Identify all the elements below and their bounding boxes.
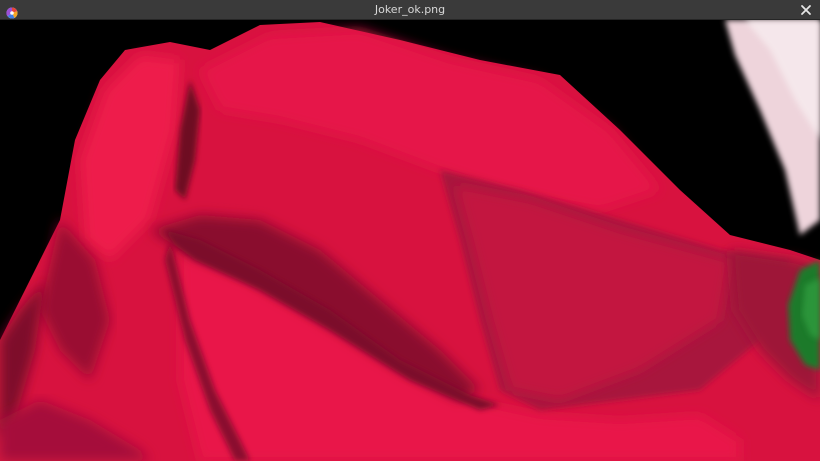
close-icon (801, 5, 811, 15)
window-title: Joker_ok.png (374, 3, 446, 16)
displayed-image (0, 20, 820, 461)
image-canvas[interactable] (0, 20, 820, 461)
title-bar[interactable]: Joker_ok.png (0, 0, 820, 20)
image-viewer-window: Joker_ok.png (0, 0, 820, 461)
close-button[interactable] (798, 2, 814, 18)
